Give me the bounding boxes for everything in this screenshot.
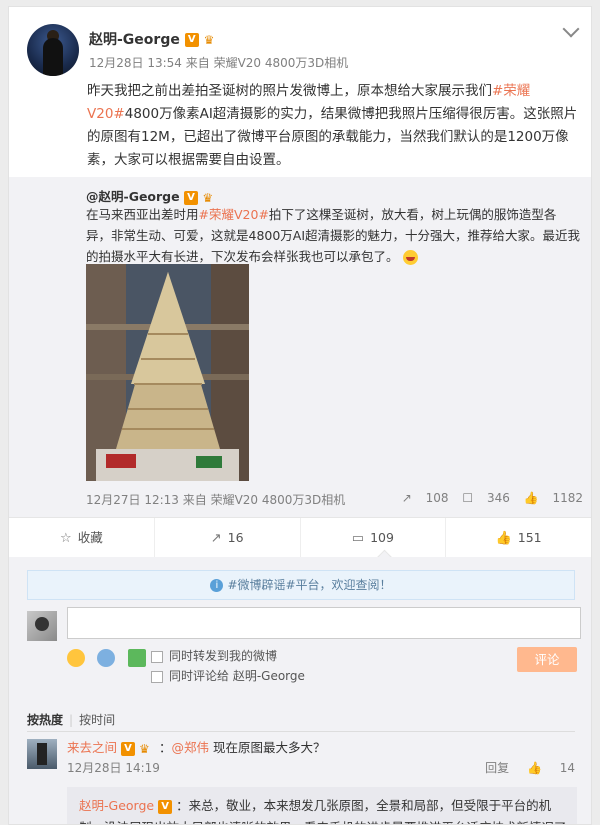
- star-icon: ☆: [60, 531, 72, 546]
- comment-text: 现在原图最大多大？: [212, 740, 326, 755]
- laugh-emoji-icon: [402, 250, 418, 265]
- comment-tools: [67, 649, 154, 667]
- weibo-post-card: 赵明-George V ♛ 12月28日 13:54 来自 荣耀V20 4800…: [8, 6, 592, 825]
- submit-comment-button[interactable]: 评论: [517, 647, 577, 672]
- repost-share-button[interactable]: ↗ 108: [402, 491, 449, 505]
- verified-badge-icon: V: [183, 190, 198, 205]
- repost-like-button[interactable]: 👍 1182: [524, 491, 583, 505]
- member-crown-icon: ♛: [138, 741, 150, 756]
- commenter-avatar[interactable]: [27, 739, 57, 769]
- reply-author[interactable]: 赵明-George: [79, 798, 154, 813]
- commenter-name[interactable]: 来去之间: [67, 740, 117, 755]
- thumbs-up-icon: 👍: [495, 531, 512, 546]
- topic-link[interactable]: #荣耀V20#: [199, 207, 269, 222]
- gif-icon[interactable]: [97, 649, 116, 667]
- sort-time-tab[interactable]: 按时间: [79, 713, 115, 727]
- comment-actions: 回复 👍 14: [471, 759, 575, 776]
- post-text: 昨天我把之前出差拍圣诞树的照片发微博上，原本想给大家展示我们#荣耀V20#480…: [87, 83, 578, 168]
- comment-like-button[interactable]: 👍 14: [527, 761, 575, 775]
- repost-header: @赵明-George V ♛: [86, 186, 218, 205]
- reply-button[interactable]: 回复: [485, 761, 509, 775]
- favorite-button[interactable]: ☆ 收藏: [9, 518, 155, 558]
- verified-badge-icon: V: [184, 33, 199, 47]
- comment-meta: 12月28日 14:19: [67, 761, 160, 775]
- share-icon: ↗: [210, 531, 222, 546]
- emoji-icon[interactable]: [67, 649, 85, 667]
- repost-button[interactable]: ↗ 16: [155, 518, 301, 558]
- repost-meta: 12月27日 12:13 来自 荣耀V20 4800万3D相机: [86, 493, 346, 507]
- author-avatar[interactable]: [27, 24, 79, 76]
- comment-sort: 按热度 | 按时间: [27, 713, 116, 727]
- checkbox[interactable]: [151, 650, 163, 663]
- repost-text: 在马来西亚出差时用#荣耀V20#拍下了这棵圣诞树，放大看，树上玩偶的服饰造型各异…: [86, 207, 581, 265]
- member-crown-icon: ♛: [203, 33, 215, 47]
- repost-actions: ↗ 108 ☐ 346 👍 1182: [392, 491, 583, 505]
- mention-link[interactable]: @郑伟: [171, 740, 209, 755]
- reply-item: 赵明-George V ：来总，敬业，本来想发几张原图，全景和局部，但受限于平台…: [79, 795, 571, 824]
- verified-badge-icon: V: [121, 741, 135, 756]
- author-header: 赵明-George V ♛: [89, 29, 220, 49]
- comment-item: 来去之间 V ♛ ：@郑伟 现在原图最大多大？: [67, 740, 326, 756]
- comment-to-author-option[interactable]: 同时评论给 赵明-George: [151, 667, 305, 684]
- member-crown-icon: ♛: [202, 190, 214, 205]
- comment-input[interactable]: [67, 607, 581, 639]
- info-icon: i: [210, 579, 224, 592]
- post-action-bar: ☆ 收藏 ↗ 16 ▭ 109 👍 151: [9, 517, 591, 559]
- repost-comment-button[interactable]: ☐ 346: [462, 491, 509, 505]
- checkbox[interactable]: [151, 670, 163, 683]
- verified-badge-icon: V: [158, 799, 173, 814]
- comment-button[interactable]: ▭ 109: [301, 518, 447, 558]
- christmas-tree-photo[interactable]: [86, 264, 249, 481]
- sort-hot-tab[interactable]: 按热度: [27, 713, 63, 727]
- divider: [27, 731, 575, 732]
- repost-author[interactable]: @赵明-George: [86, 189, 180, 204]
- rumor-notice[interactable]: i #微博辟谣#平台，欢迎查阅！: [27, 570, 575, 600]
- repost-to-weibo-option[interactable]: 同时转发到我的微博: [151, 647, 277, 664]
- post-meta: 12月28日 13:54 来自 荣耀V20 4800万3D相机: [89, 56, 349, 70]
- my-avatar[interactable]: [27, 611, 57, 641]
- author-name[interactable]: 赵明-George: [89, 32, 180, 48]
- image-icon[interactable]: [127, 649, 146, 667]
- christmas-tree-image: [86, 264, 249, 481]
- like-button[interactable]: 👍 151: [446, 518, 591, 558]
- comment-icon: ▭: [351, 531, 365, 546]
- chevron-down-icon[interactable]: [562, 20, 580, 38]
